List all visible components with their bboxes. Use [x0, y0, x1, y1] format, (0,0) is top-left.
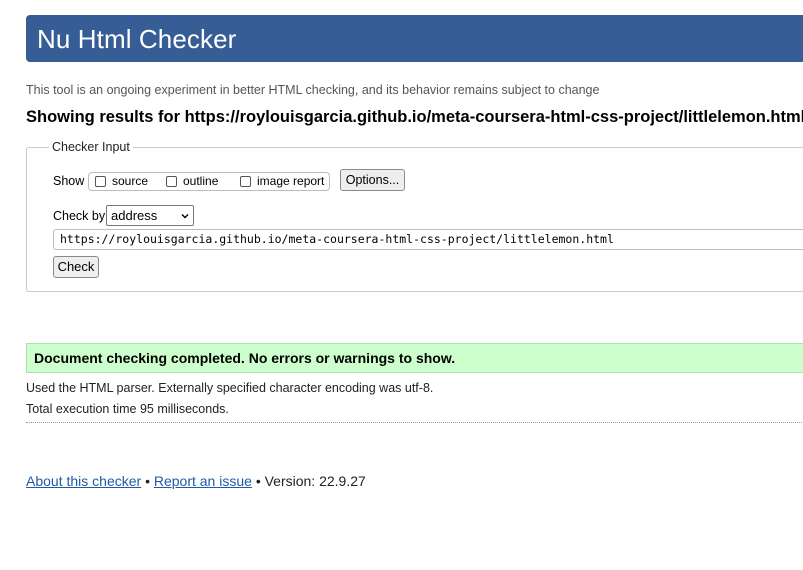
version-text: Version: 22.9.27 — [264, 473, 366, 489]
footer-separator: • — [145, 473, 150, 489]
source-label: source — [112, 174, 149, 188]
divider — [26, 422, 803, 423]
report-issue-link[interactable]: Report an issue — [154, 473, 252, 489]
show-outline-option[interactable]: outline — [166, 174, 218, 188]
check-button[interactable]: Check — [53, 256, 99, 278]
image-report-checkbox[interactable] — [240, 175, 251, 187]
execution-time: Total execution time 95 milliseconds. — [26, 402, 229, 416]
showing-results-heading: Showing results for https://roylouisgarc… — [26, 108, 803, 126]
source-checkbox[interactable] — [95, 175, 106, 187]
options-button[interactable]: Options... — [340, 169, 405, 191]
check-by-value: address — [111, 208, 158, 223]
success-message: Document checking completed. No errors o… — [34, 350, 456, 366]
checker-input-fieldset: Checker Input Show source outline image … — [26, 140, 803, 292]
image-report-label: image report — [257, 174, 325, 188]
show-source-option[interactable]: source — [95, 174, 148, 188]
checker-input-legend: Checker Input — [49, 140, 133, 154]
footer-separator: • — [255, 473, 261, 489]
parser-info: Used the HTML parser. Externally specifi… — [26, 381, 434, 395]
outline-label: outline — [183, 174, 219, 188]
page-header: Nu Html Checker — [26, 15, 803, 62]
check-by-select[interactable]: address — [106, 205, 194, 226]
show-image-report-option[interactable]: image report — [240, 174, 324, 188]
url-input[interactable]: https://roylouisgarcia.github.io/meta-co… — [53, 229, 803, 250]
outline-checkbox[interactable] — [166, 175, 177, 187]
about-checker-link[interactable]: About this checker — [26, 473, 141, 489]
footer: About this checker • Report an issue • V… — [26, 473, 366, 489]
success-banner: Document checking completed. No errors o… — [26, 343, 803, 373]
check-by-label: Check by — [53, 209, 106, 223]
show-options-group: source outline image report — [88, 172, 330, 191]
show-label: Show — [53, 174, 85, 188]
intro-text: This tool is an ongoing experiment in be… — [26, 83, 600, 97]
page-title: Nu Html Checker — [37, 24, 237, 54]
chevron-down-icon — [181, 214, 189, 219]
